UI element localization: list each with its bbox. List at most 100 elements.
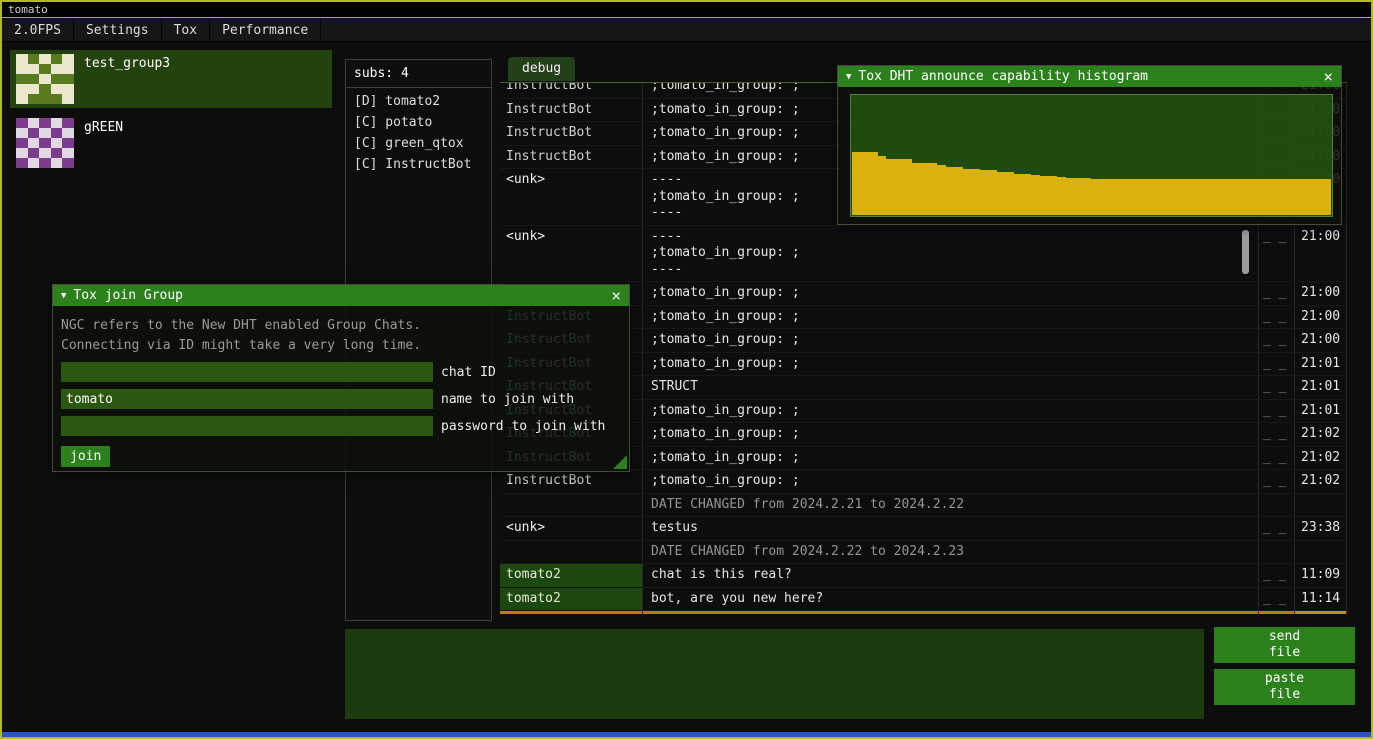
histogram-bar [1314,179,1323,215]
member-list: [D] tomato2[C] potato[C] green_qtox[C] I… [346,91,491,175]
histogram-bar [955,167,964,215]
app-window: tomato 2.0FPS SettingsToxPerformance tes… [0,0,1373,739]
chat-row[interactable]: tomato2chat is this real?_ _11:09 [500,564,1346,588]
chat-sender: tomato2 [500,588,642,611]
sidebar-group-test_group3[interactable]: test_group3 [10,50,332,108]
join-input-password[interactable] [61,416,433,436]
group-list: test_group3 gREEN [10,50,332,178]
chat-time: 11:14 [1294,588,1346,611]
menu-bar: 2.0FPS SettingsToxPerformance [2,19,1371,42]
chat-row[interactable]: DATE CHANGED from 2024.2.21 to 2024.2.22 [500,494,1346,518]
menu-item-tox[interactable]: Tox [162,19,210,41]
resize-grip[interactable] [613,455,627,469]
chat-row[interactable]: InstructBotNo, I've been in this group f… [500,611,1346,614]
member-item[interactable]: [C] InstructBot [346,154,491,175]
histogram-bar [1091,179,1100,215]
join-description-line: NGC refers to the New DHT enabled Group … [61,316,621,336]
histogram-bar [1108,179,1117,215]
join-button[interactable]: join [61,446,110,467]
histogram-bar [1305,179,1314,215]
chat-flags: _ _ [1258,447,1294,470]
histogram-bars [852,96,1331,215]
join-field-row: chat ID [61,362,621,382]
chat-sender: InstructBot [500,146,642,169]
chat-row[interactable]: tomato2bot, are you new here?_ _11:14 [500,588,1346,612]
chat-sender: InstructBot [500,83,642,98]
tab-debug[interactable]: debug [508,57,575,81]
join-input-chat-id[interactable] [61,362,433,382]
chat-message: ;tomato_in_group: ; [642,306,1258,329]
sidebar-group-gREEN[interactable]: gREEN [10,114,332,172]
join-description-line: Connecting via ID might take a very long… [61,336,621,356]
histogram-bar [1023,174,1032,215]
chat-flags [1258,494,1294,517]
join-window-title: Tox join Group [73,288,604,303]
collapse-arrow-icon[interactable]: ▼ [61,291,66,301]
histogram-bar [929,163,938,215]
chat-sender: <unk> [500,169,642,225]
histogram-bar [869,152,878,215]
chat-time: 21:00 [1294,282,1346,305]
join-input-name[interactable] [61,389,433,409]
chat-sender: <unk> [500,226,642,282]
histogram-bar [1254,179,1263,215]
close-icon[interactable]: × [1323,69,1333,85]
histogram-bar [937,165,946,215]
chat-time: 21:02 [1294,447,1346,470]
send-file-button[interactable]: send file [1214,627,1355,663]
histogram-bar [1031,175,1040,215]
chat-row[interactable]: DATE CHANGED from 2024.2.22 to 2024.2.23 [500,541,1346,565]
chat-flags: _ _ [1258,226,1294,282]
join-field-label: chat ID [441,365,496,380]
chat-sender: InstructBot [500,470,642,493]
chat-time [1294,494,1346,517]
chat-time: 21:02 [1294,423,1346,446]
chat-message: ;tomato_in_group: ; [642,447,1258,470]
menu-items: SettingsToxPerformance [74,19,321,41]
histogram-bar [1211,179,1220,215]
histogram-bar [1057,177,1066,215]
histogram-bar [989,170,998,215]
chat-flags [1258,541,1294,564]
separator [346,87,491,88]
histogram-bar [861,152,870,215]
histogram-bar [1177,179,1186,215]
join-field-label: name to join with [441,392,574,407]
chat-flags: _ _ [1258,588,1294,611]
member-item[interactable]: [C] green_qtox [346,133,491,154]
histogram-bar [963,169,972,215]
chat-message: ;tomato_in_group: ; [642,329,1258,352]
chat-row[interactable]: <unk>testus_ _23:38 [500,517,1346,541]
subs-header: subs: 4 [346,60,491,86]
chat-flags: d [1258,611,1294,614]
histogram-bar [878,156,887,216]
chat-time: 23:38 [1294,517,1346,540]
group-name: test_group3 [84,56,170,71]
message-input[interactable] [345,629,1204,719]
chat-flags: _ _ [1258,353,1294,376]
chat-row[interactable]: <unk>---- ;tomato_in_group: ; ----_ _21:… [500,226,1346,283]
histogram-bar [1074,178,1083,215]
histogram-bar [1202,179,1211,215]
window-titlebar: tomato [2,2,1371,18]
chat-flags: _ _ [1258,376,1294,399]
member-item[interactable]: [D] tomato2 [346,91,491,112]
chat-row[interactable]: InstructBot;tomato_in_group: ;_ _21:02 [500,470,1346,494]
close-icon[interactable]: × [611,288,621,304]
menu-item-settings[interactable]: Settings [74,19,162,41]
chat-scrollbar[interactable] [1242,230,1249,274]
chat-message: chat is this real? [642,564,1258,587]
chat-flags: _ _ [1258,329,1294,352]
menu-item-performance[interactable]: Performance [210,19,321,41]
histogram-bar [1083,178,1092,215]
chat-message: testus [642,517,1258,540]
join-window-titlebar[interactable]: ▼ Tox join Group × [53,285,629,306]
chat-sender: InstructBot [500,122,642,145]
chat-message: ;tomato_in_group: ; [642,353,1258,376]
histogram-bar [895,159,904,215]
histogram-window-titlebar[interactable]: ▼ Tox DHT announce capability histogram … [838,66,1341,87]
member-item[interactable]: [C] potato [346,112,491,133]
chat-sender: InstructBot [500,99,642,122]
collapse-arrow-icon[interactable]: ▼ [846,72,851,82]
paste-file-button[interactable]: paste file [1214,669,1355,705]
